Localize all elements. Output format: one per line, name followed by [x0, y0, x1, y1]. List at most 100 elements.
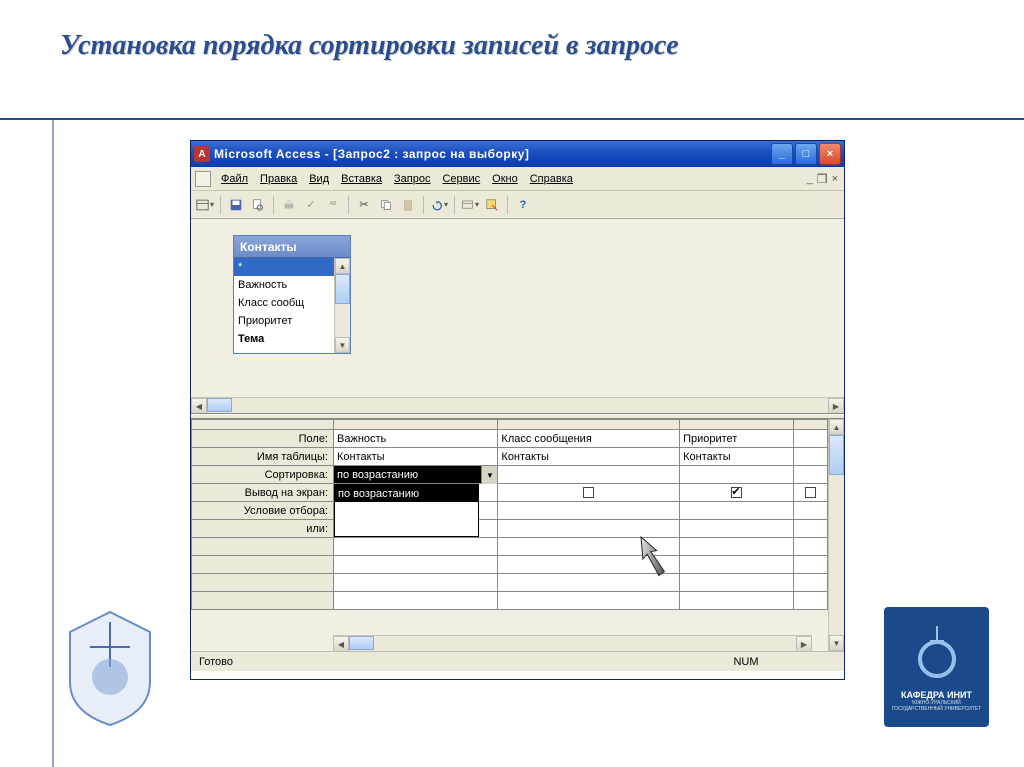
menu-window[interactable]: Окно	[486, 171, 524, 187]
title-bar[interactable]: A Microsoft Access - [Запрос2 : запрос н…	[191, 141, 844, 167]
dropdown-option[interactable]: по возрастанию	[335, 485, 478, 502]
grid-cell[interactable]	[680, 520, 794, 538]
maximize-button[interactable]: □	[795, 143, 817, 165]
grid-cell[interactable]: Важность	[334, 430, 498, 448]
grid-cell[interactable]	[498, 520, 680, 538]
qbe-grid-pane: Поле: Важность Класс сообщения Приоритет…	[191, 419, 844, 651]
table-contacts[interactable]: Контакты * Важность Класс сообщ Приорите…	[233, 235, 351, 354]
grid-cell[interactable]: Контакты	[498, 448, 680, 466]
minimize-button[interactable]: _	[771, 143, 793, 165]
dropdown-option[interactable]: (отсутствует)	[335, 519, 478, 536]
grid-cell[interactable]	[794, 520, 828, 538]
row-label-field: Поле:	[204, 430, 334, 448]
dropdown-option[interactable]: по убыванию	[335, 502, 478, 519]
child-close[interactable]: ×	[832, 173, 838, 185]
child-restore[interactable]: ❐	[817, 172, 828, 186]
grid-cell[interactable]	[794, 448, 828, 466]
status-bar: Готово NUM	[191, 651, 844, 671]
grid-cell[interactable]	[498, 484, 680, 502]
scroll-left-icon[interactable]: ◀	[333, 636, 349, 651]
scroll-down-icon[interactable]: ▼	[335, 337, 350, 353]
upper-hscroll[interactable]: ◀ ▶	[191, 397, 844, 413]
scroll-thumb[interactable]	[829, 435, 844, 475]
scroll-right-icon[interactable]: ▶	[796, 636, 812, 651]
slide-vertical-line	[52, 118, 54, 767]
cut-icon[interactable]: ✂	[354, 195, 374, 215]
field-row[interactable]: Важность	[234, 276, 350, 294]
scroll-thumb[interactable]	[207, 398, 232, 412]
field-row[interactable]: *	[234, 258, 350, 276]
menu-insert[interactable]: Вставка	[335, 171, 388, 187]
sort-cell-active[interactable]: по возрастанию ▼ по возрастанию по убыва…	[334, 466, 498, 484]
menu-help[interactable]: Справка	[524, 171, 579, 187]
view-button[interactable]	[195, 195, 215, 215]
row-label-show: Вывод на экран:	[204, 484, 334, 502]
menu-query[interactable]: Запрос	[388, 171, 436, 187]
menu-view[interactable]: Вид	[303, 171, 335, 187]
scroll-right-icon[interactable]: ▶	[828, 398, 844, 414]
grid-cell[interactable]	[498, 466, 680, 484]
table-header[interactable]: Контакты	[234, 236, 350, 258]
grid-cell[interactable]	[794, 466, 828, 484]
scroll-thumb[interactable]	[349, 636, 374, 650]
access-window: A Microsoft Access - [Запрос2 : запрос н…	[190, 140, 845, 680]
spell-icon[interactable]: ✓	[301, 195, 321, 215]
show-checkbox[interactable]	[731, 487, 742, 498]
scroll-up-icon[interactable]: ▲	[335, 258, 350, 274]
grid-vscroll[interactable]: ▲ ▼	[828, 419, 844, 651]
design-table-pane: Контакты * Важность Класс сообщ Приорите…	[191, 219, 844, 414]
save-icon[interactable]	[226, 195, 246, 215]
scroll-down-icon[interactable]: ▼	[829, 635, 844, 651]
control-menu-icon[interactable]	[195, 171, 211, 187]
grid-cell[interactable]	[794, 430, 828, 448]
print-icon[interactable]	[279, 195, 299, 215]
grid-cell[interactable]: Контакты	[680, 448, 794, 466]
grid-cell[interactable]	[680, 502, 794, 520]
menu-file[interactable]: Файл	[215, 171, 254, 187]
status-ready: Готово	[199, 656, 233, 668]
grid-cell[interactable]	[794, 484, 828, 502]
close-button[interactable]: ×	[819, 143, 841, 165]
help-icon[interactable]: ?	[513, 195, 533, 215]
grid-cell[interactable]: Класс сообщения	[498, 430, 680, 448]
undo-icon[interactable]	[429, 195, 449, 215]
field-scrollbar[interactable]: ▲ ▼	[334, 258, 350, 353]
child-minimize[interactable]: _	[807, 173, 813, 185]
status-numlock: NUM	[716, 656, 776, 668]
qbe-grid[interactable]: Поле: Важность Класс сообщения Приоритет…	[191, 419, 828, 610]
grid-hscroll[interactable]: ◀ ▶	[333, 635, 812, 651]
access-icon: A	[194, 146, 210, 162]
slide-title: Установка порядка сортировки записей в з…	[0, 0, 1024, 72]
grid-cell[interactable]	[498, 502, 680, 520]
sort-dropdown[interactable]: по возрастанию по убыванию (отсутствует)	[334, 484, 479, 537]
query-type-icon[interactable]	[460, 195, 480, 215]
dropdown-toggle-icon[interactable]: ▼	[481, 466, 497, 484]
copy-icon[interactable]	[376, 195, 396, 215]
grid-cell[interactable]: Контакты	[334, 448, 498, 466]
univ-name: ЮЖНО-УРАЛЬСКИЙ ГОСУДАРСТВЕННЫЙ УНИВЕРСИТ…	[889, 700, 984, 712]
field-row[interactable]: Класс сообщ	[234, 294, 350, 312]
grid-cell[interactable]	[680, 466, 794, 484]
show-table-icon[interactable]	[482, 195, 502, 215]
menu-edit[interactable]: Правка	[254, 171, 303, 187]
grid-cell[interactable]	[680, 484, 794, 502]
toolbar: ✓ ᴬᴮ ✂ ?	[191, 191, 844, 219]
slide-divider	[0, 118, 1024, 120]
show-checkbox[interactable]	[805, 487, 816, 498]
window-title: Microsoft Access - [Запрос2 : запрос на …	[214, 147, 529, 161]
scroll-thumb[interactable]	[335, 274, 350, 304]
field-row[interactable]: Тема	[234, 330, 350, 348]
paste-icon[interactable]	[398, 195, 418, 215]
show-checkbox[interactable]	[583, 487, 594, 498]
menu-service[interactable]: Сервис	[436, 171, 486, 187]
row-label-criteria: Условие отбора:	[204, 502, 334, 520]
field-row[interactable]: Приоритет	[234, 312, 350, 330]
scroll-up-icon[interactable]: ▲	[829, 419, 844, 435]
scroll-left-icon[interactable]: ◀	[191, 398, 207, 414]
grid-cell[interactable]	[794, 502, 828, 520]
print-preview-icon[interactable]	[248, 195, 268, 215]
field-list[interactable]: * Важность Класс сообщ Приоритет Тема ▲ …	[234, 258, 350, 353]
abc-icon[interactable]: ᴬᴮ	[323, 195, 343, 215]
grid-cell[interactable]: Приоритет	[680, 430, 794, 448]
left-emblem	[60, 607, 160, 727]
